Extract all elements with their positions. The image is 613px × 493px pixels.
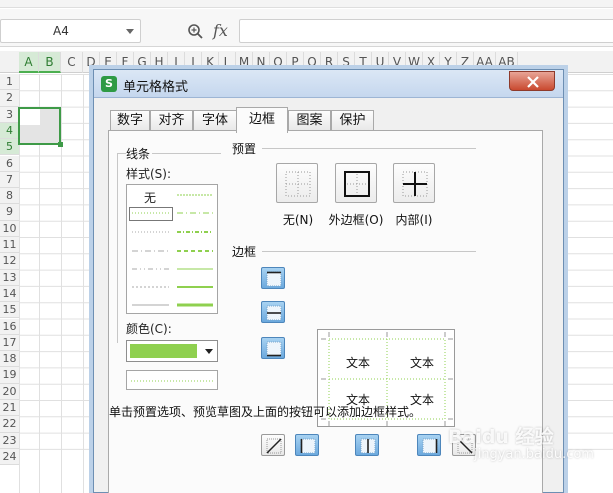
row-header-1[interactable]: 1: [0, 74, 19, 91]
border-middle-v-button[interactable]: [355, 434, 379, 456]
name-box[interactable]: A4: [0, 19, 141, 43]
row-header-4[interactable]: 4: [0, 122, 19, 140]
chevron-down-icon: [205, 349, 213, 354]
preset-outline-label: 外边框(O): [328, 213, 384, 227]
close-button[interactable]: [509, 71, 555, 91]
style-label: 样式(S):: [126, 167, 172, 181]
line-group-rule-left: [117, 153, 118, 343]
fill-handle[interactable]: [58, 142, 63, 147]
border-bottom-button[interactable]: [261, 337, 285, 359]
tab-alignment[interactable]: 对齐: [150, 110, 193, 132]
line-style-options[interactable]: [127, 185, 219, 315]
selected-range[interactable]: [18, 107, 61, 145]
row-header-2[interactable]: 2: [0, 90, 19, 107]
row-header-22[interactable]: 22: [0, 416, 19, 433]
row-header-15[interactable]: 15: [0, 302, 19, 319]
row-header-5[interactable]: 5: [0, 139, 19, 156]
border-diagonal-up-button[interactable]: [261, 434, 285, 456]
row-header-3[interactable]: 3: [0, 106, 19, 123]
border-inner-horizontal-icon: [266, 305, 282, 321]
border-inner-vertical-icon: [360, 438, 376, 454]
border-section-title: 边框: [232, 243, 259, 260]
line-style-list[interactable]: 无: [126, 184, 218, 314]
row-header-8[interactable]: 8: [0, 188, 19, 205]
presets-section-title: 预置: [232, 140, 259, 157]
preset-none-label: 无(N): [282, 213, 314, 227]
watermark-logo: Baidu 经验: [448, 426, 554, 448]
row-header-9[interactable]: 9: [0, 204, 19, 221]
cell-reference: A4: [53, 24, 69, 38]
border-right-icon: [422, 438, 438, 454]
preview-cell-text: 文本: [409, 356, 434, 370]
row-header-6[interactable]: 6: [0, 155, 19, 172]
border-left-icon: [300, 438, 316, 454]
ribbon-edge: [0, 0, 613, 8]
row-header-19[interactable]: 19: [0, 367, 19, 384]
row-header-12[interactable]: 12: [0, 253, 19, 270]
row-header-14[interactable]: 14: [0, 285, 19, 303]
line-section-title: 线条: [126, 145, 153, 162]
diagonal-up-icon: [266, 438, 282, 454]
preset-none-button[interactable]: [276, 163, 318, 203]
tab-protection[interactable]: 保护: [331, 110, 374, 132]
color-swatch: [130, 344, 197, 358]
tab-font[interactable]: 字体: [193, 110, 237, 132]
preview-cell-text: 文本: [345, 356, 370, 370]
border-left-button[interactable]: [295, 434, 319, 456]
border-top-button[interactable]: [261, 267, 285, 289]
chevron-down-icon[interactable]: [126, 29, 134, 34]
row-header-21[interactable]: 21: [0, 400, 19, 417]
dialog-title: 单元格格式: [123, 80, 189, 95]
border-inside-icon: [402, 171, 428, 197]
color-label: 颜色(C):: [126, 322, 172, 336]
row-header-16[interactable]: 16: [0, 318, 19, 335]
border-none-icon: [285, 171, 311, 197]
zoom-search-icon[interactable]: [187, 23, 203, 39]
formula-bar: A4 fx: [0, 9, 613, 47]
border-outline-icon: [344, 171, 370, 197]
row-header-20[interactable]: 20: [0, 383, 19, 400]
color-dropdown[interactable]: [126, 340, 218, 362]
presets-rule: [262, 148, 476, 149]
tab-border[interactable]: 边框: [236, 107, 288, 133]
formula-input[interactable]: [239, 19, 613, 43]
row-header-11[interactable]: 11: [0, 237, 19, 254]
preset-inside-label: 内部(I): [395, 213, 433, 227]
column-header-b[interactable]: B: [39, 52, 61, 73]
fx-icon[interactable]: fx: [213, 21, 228, 40]
close-icon: [527, 76, 539, 88]
preset-inside-button[interactable]: [393, 163, 435, 203]
wps-logo-icon: S: [101, 76, 117, 92]
preset-outline-button[interactable]: [335, 163, 377, 203]
column-header-c[interactable]: C: [61, 52, 83, 73]
row-header-13[interactable]: 13: [0, 269, 19, 286]
border-top-icon: [266, 271, 282, 287]
column-header-a[interactable]: A: [19, 52, 39, 73]
border-bottom-icon: [266, 341, 282, 357]
watermark-url: jingyan.baidu.com: [474, 447, 594, 462]
border-right-button[interactable]: [417, 434, 441, 456]
border-section-rule: [262, 251, 476, 252]
tab-number[interactable]: 数字: [110, 110, 150, 132]
row-header-23[interactable]: 23: [0, 432, 19, 449]
row-header-17[interactable]: 17: [0, 334, 19, 352]
dialog-titlebar[interactable]: S 单元格格式: [94, 70, 563, 98]
row-header-10[interactable]: 10: [0, 220, 19, 237]
border-middle-h-button[interactable]: [261, 301, 285, 323]
row-header-7[interactable]: 7: [0, 171, 19, 189]
line-style-preview: [126, 370, 218, 390]
hint-text: 单击预置选项、预览草图及上面的按钮可以添加边框样式。: [109, 405, 422, 419]
tab-pattern[interactable]: 图案: [288, 110, 331, 132]
row-header-18[interactable]: 18: [0, 351, 19, 368]
row-header-24[interactable]: 24: [0, 448, 19, 466]
